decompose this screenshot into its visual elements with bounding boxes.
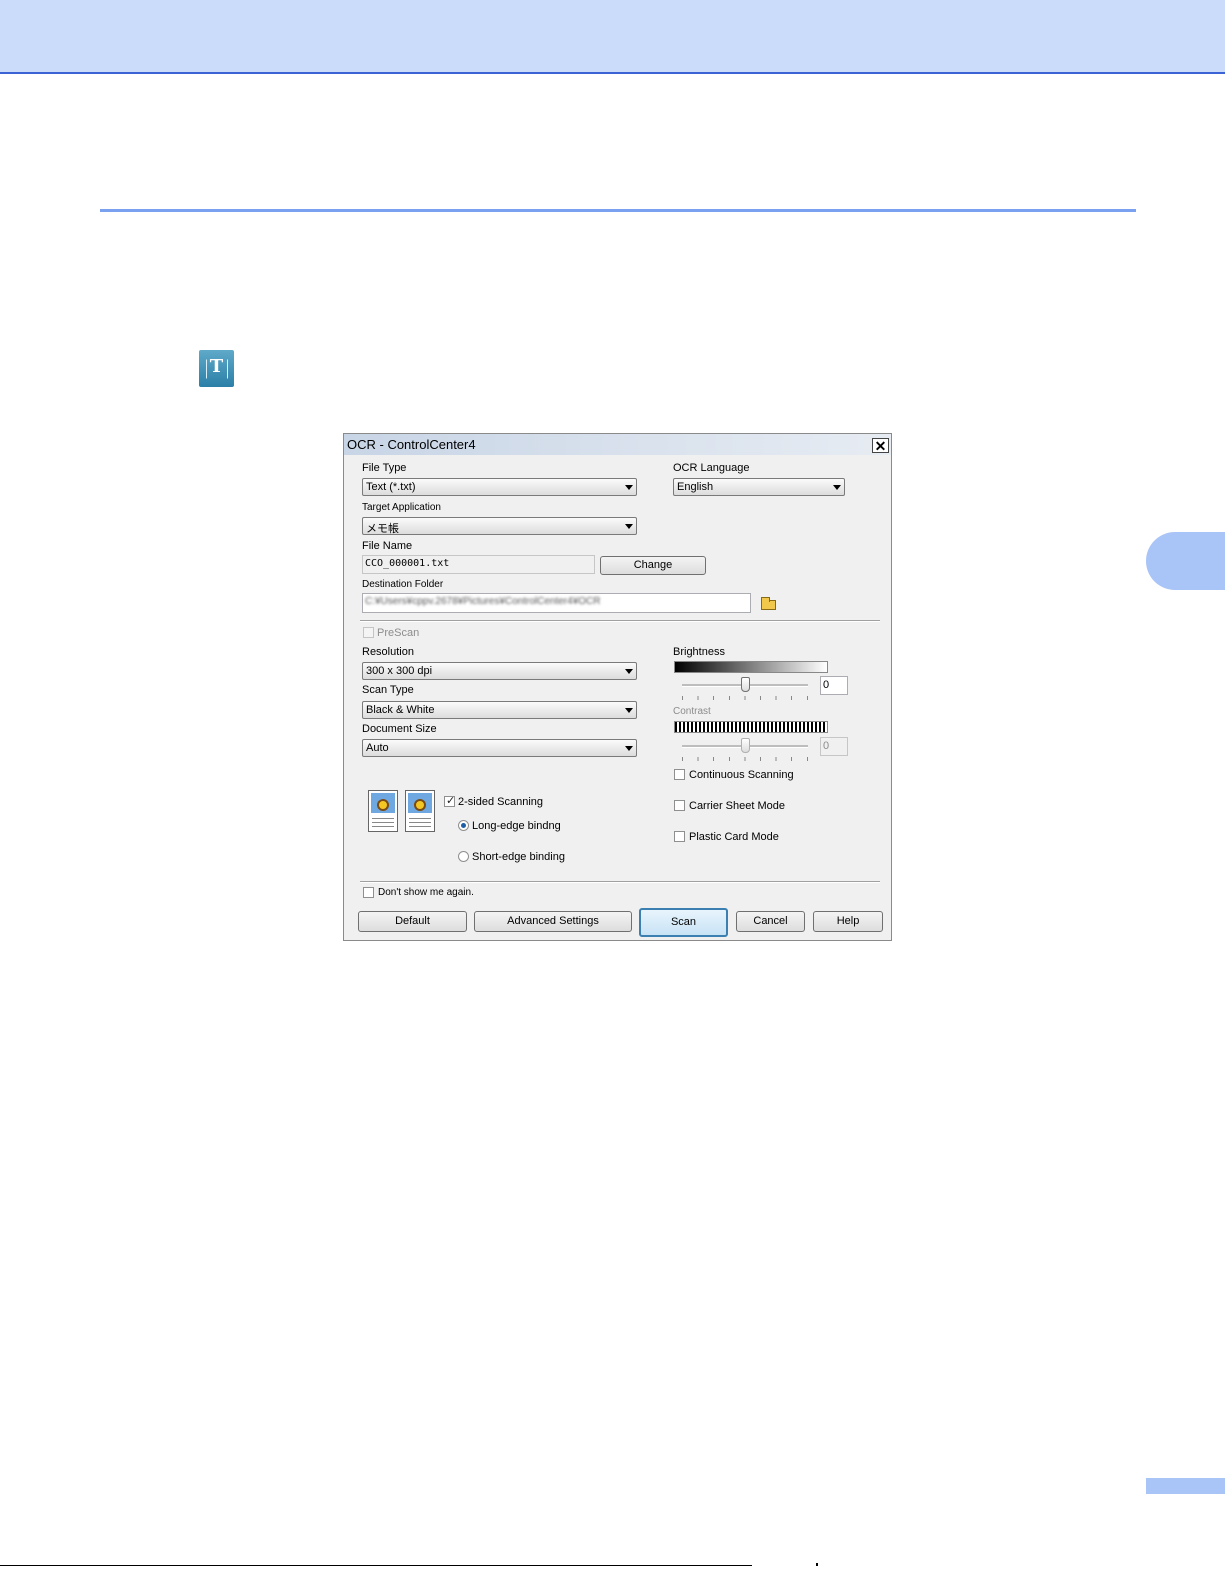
page-header-band — [0, 0, 1225, 74]
radio-selected-dot — [461, 823, 466, 828]
chevron-down-icon — [625, 669, 633, 674]
cancel-button[interactable]: Cancel — [736, 911, 805, 932]
document-size-value: Auto — [366, 742, 389, 754]
document-size-label: Document Size — [362, 723, 437, 735]
close-icon: ✕ — [874, 438, 887, 454]
destination-folder-field[interactable]: C:¥Users¥cppv.2678¥Pictures¥ControlCente… — [362, 593, 751, 613]
chevron-down-icon — [833, 485, 841, 490]
chevron-down-icon — [625, 485, 633, 490]
two-sided-scanning-label: 2-sided Scanning — [458, 796, 544, 808]
ocr-dialog: OCR - ControlCenter4 ✕ File Type Text (*… — [343, 433, 892, 941]
carrier-sheet-mode-label: Carrier Sheet Mode — [689, 800, 785, 812]
document-size-select[interactable]: Auto — [362, 739, 637, 757]
duplex-page-back-icon — [405, 790, 435, 832]
contrast-slider-thumb[interactable] — [740, 738, 750, 753]
prescan-checkbox[interactable] — [363, 627, 374, 638]
contrast-label: Contrast — [673, 706, 711, 717]
plastic-card-mode-checkbox[interactable] — [674, 831, 685, 842]
ocr-language-label: OCR Language — [673, 462, 750, 474]
short-edge-label: Short-edge binding — [472, 851, 565, 863]
file-type-select[interactable]: Text (*.txt) — [362, 478, 637, 496]
default-button[interactable]: Default — [358, 911, 467, 932]
continuous-scanning-checkbox[interactable] — [674, 769, 685, 780]
target-application-label: Target Application — [362, 502, 441, 513]
contrast-value-field[interactable]: 0 — [820, 737, 848, 756]
long-edge-radio[interactable] — [458, 820, 469, 831]
brightness-gradient — [674, 661, 828, 673]
file-name-value: CCO_000001.txt — [365, 558, 450, 569]
separator-bottom — [360, 881, 880, 883]
separator-top — [360, 620, 880, 622]
duplex-page-front-icon — [368, 790, 398, 832]
chevron-down-icon — [625, 708, 633, 713]
brightness-slider-thumb[interactable] — [740, 677, 750, 692]
scan-type-value: Black & White — [366, 704, 435, 716]
destination-folder-label: Destination Folder — [362, 579, 444, 590]
ocr-language-select[interactable]: English — [673, 478, 845, 496]
folder-icon[interactable] — [761, 597, 776, 610]
close-button[interactable]: ✕ — [872, 438, 889, 453]
long-edge-label: Long-edge bindng — [472, 820, 561, 832]
ocr-text-icon: T — [199, 350, 234, 387]
brightness-label: Brightness — [673, 646, 725, 658]
brightness-value-field[interactable]: 0 — [820, 676, 848, 695]
brightness-ticks — [682, 696, 808, 700]
file-type-label: File Type — [362, 462, 407, 474]
scan-type-label: Scan Type — [362, 684, 414, 696]
target-application-value: メモ帳 — [366, 523, 399, 535]
checkmark-icon: ✓ — [446, 795, 456, 807]
chevron-down-icon — [625, 746, 633, 751]
contrast-ticks — [682, 757, 808, 761]
help-button[interactable]: Help — [813, 911, 883, 932]
footer-rule — [0, 1565, 752, 1566]
plastic-card-mode-label: Plastic Card Mode — [689, 831, 779, 843]
scan-button[interactable]: Scan — [639, 908, 728, 937]
two-sided-scanning-checkbox[interactable]: ✓ — [444, 795, 456, 807]
chapter-side-tab — [1146, 532, 1225, 590]
dialog-titlebar[interactable]: OCR - ControlCenter4 ✕ — [344, 434, 891, 455]
target-application-select[interactable]: メモ帳 — [362, 517, 637, 535]
section-rule — [100, 209, 1136, 212]
advanced-settings-button[interactable]: Advanced Settings — [474, 911, 632, 932]
dont-show-again-label: Don't show me again. — [378, 887, 474, 898]
dont-show-again-checkbox[interactable] — [363, 887, 374, 898]
continuous-scanning-label: Continuous Scanning — [689, 769, 794, 781]
footer-mark — [816, 1563, 818, 1566]
file-name-field[interactable]: CCO_000001.txt — [362, 555, 595, 574]
file-name-label: File Name — [362, 540, 413, 552]
contrast-pattern — [674, 721, 828, 733]
resolution-label: Resolution — [362, 646, 414, 658]
scan-type-select[interactable]: Black & White — [362, 701, 637, 719]
prescan-label: PreScan — [377, 627, 420, 639]
resolution-select[interactable]: 300 x 300 dpi — [362, 662, 637, 680]
contrast-value: 0 — [823, 740, 830, 752]
brightness-value: 0 — [823, 679, 830, 691]
carrier-sheet-mode-checkbox[interactable] — [674, 800, 685, 811]
destination-folder-value: C:¥Users¥cppv.2678¥Pictures¥ControlCente… — [365, 596, 601, 607]
ocr-language-value: English — [677, 481, 714, 493]
resolution-value: 300 x 300 dpi — [366, 665, 433, 677]
page-number-tab — [1146, 1478, 1225, 1494]
ocr-icon-letter: T — [209, 356, 224, 377]
dialog-title: OCR - ControlCenter4 — [347, 437, 476, 452]
change-button[interactable]: Change — [600, 556, 706, 575]
short-edge-radio[interactable] — [458, 851, 469, 862]
chevron-down-icon — [625, 524, 633, 529]
file-type-value: Text (*.txt) — [366, 481, 416, 493]
